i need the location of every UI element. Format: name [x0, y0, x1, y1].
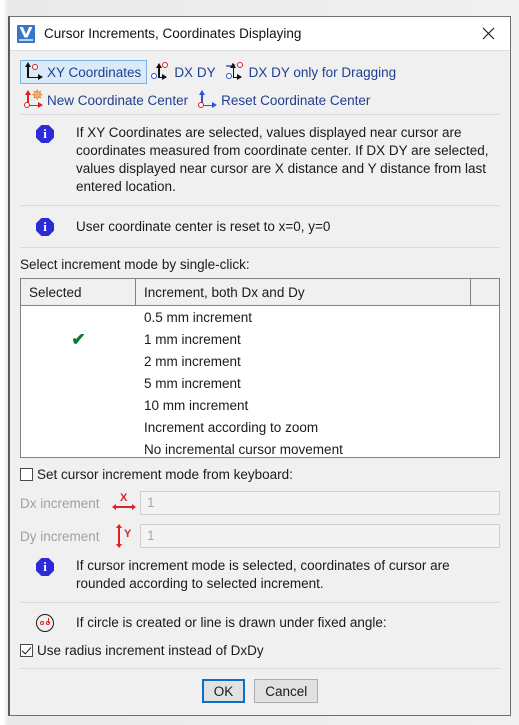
column-header-selected[interactable]: Selected — [21, 279, 136, 305]
new-coordinate-center-icon: ✵ — [23, 88, 44, 110]
increment-list-row[interactable]: No incremental cursor movement — [21, 438, 499, 457]
tool-dx-dy-dragging[interactable]: DX DY only for Dragging — [222, 60, 403, 84]
selected-check-icon: ✔ — [71, 329, 86, 349]
tool-dx-dy[interactable]: DX DY — [147, 60, 221, 84]
increment-list-row[interactable]: ✔ 1 mm increment — [21, 328, 499, 350]
circle-radius-icon — [36, 614, 54, 632]
dx-arrow-icon-letter: X — [120, 492, 128, 504]
tool-xy-coordinates[interactable]: XY Coordinates — [20, 60, 148, 84]
increment-list-row[interactable]: 5 mm increment — [21, 372, 499, 394]
dx-increment-label: Dx increment — [20, 495, 100, 511]
tool-new-coordinate-center[interactable]: ✵ New Coordinate Center — [20, 88, 194, 112]
window-title: Cursor Increments, Coordinates Displayin… — [44, 26, 302, 41]
filler — [20, 658, 500, 668]
radius-increment-checkbox-row[interactable]: Use radius increment instead of DxDy — [20, 643, 500, 658]
xy-axes-icon — [23, 62, 43, 82]
info-rounding: If cursor increment mode is selected, co… — [20, 548, 500, 602]
ok-button[interactable]: OK — [201, 679, 246, 703]
tool-dx-dy-dragging-label: DX DY only for Dragging — [248, 64, 397, 80]
list-header: Selected Increment, both Dx and Dy — [21, 279, 499, 306]
info-icon — [36, 218, 54, 236]
increment-list-row[interactable]: 10 mm increment — [21, 394, 499, 416]
tool-xy-coordinates-label: XY Coordinates — [47, 64, 142, 80]
dialog-content: XY Coordinates DX DY DX DY only for Drag… — [10, 51, 510, 715]
dy-increment-input[interactable]: 1 — [140, 524, 500, 548]
divider — [20, 247, 500, 248]
list-body: 0.5 mm increment ✔ 1 mm increment 2 mm incr… — [21, 306, 499, 457]
increment-section-label: Select increment mode by single-click: — [20, 257, 250, 272]
cancel-button[interactable]: Cancel — [254, 679, 319, 703]
keyboard-increment-checkbox-row[interactable]: Set cursor increment mode from keyboard: — [20, 467, 500, 482]
tool-new-coordinate-center-label: New Coordinate Center — [47, 92, 189, 108]
increment-list-row-label: 1 mm increment — [144, 331, 241, 347]
dx-arrow-icon: X — [112, 492, 136, 514]
keyboard-increment-checkbox-label: Set cursor increment mode from keyboard: — [37, 467, 293, 482]
increment-mode-list[interactable]: Selected Increment, both Dx and Dy 0.5 m… — [20, 278, 500, 458]
info-coordinate-modes-text: If XY Coordinates are selected, values d… — [76, 125, 489, 194]
column-header-increment[interactable]: Increment, both Dx and Dy — [136, 279, 471, 305]
dy-arrow-icon: Y — [112, 524, 136, 548]
close-icon[interactable] — [466, 17, 510, 49]
circle-fixed-angle-row: If circle is created or line is drawn un… — [20, 603, 500, 643]
increment-list-row-label: Increment according to zoom — [144, 419, 319, 435]
info-coordinate-modes: If XY Coordinates are selected, values d… — [20, 115, 500, 205]
dialog-footer: OK Cancel — [20, 669, 500, 715]
increment-list-row[interactable]: Increment according to zoom — [21, 416, 499, 438]
reset-coordinate-center-icon — [197, 90, 218, 110]
info-coordinate-center-reset-text: User coordinate center is reset to x=0, … — [76, 218, 331, 234]
dialog-window: Cursor Increments, Coordinates Displayin… — [8, 16, 511, 716]
dy-increment-row: Dy increment Y 1 — [20, 524, 500, 548]
coordinate-mode-toolbar-row2: ✵ New Coordinate Center Reset Coordinate… — [20, 86, 500, 114]
title-bar: Cursor Increments, Coordinates Displayin… — [10, 17, 510, 51]
coordinate-mode-toolbar-row1: XY Coordinates DX DY DX DY only for Drag… — [20, 58, 500, 86]
info-icon — [36, 125, 54, 143]
increment-list-row[interactable]: 0.5 mm increment — [21, 306, 499, 328]
dx-dy-axes-icon — [150, 62, 170, 82]
increment-list-row-label: 0.5 mm increment — [144, 309, 253, 325]
increment-list-row-label: 10 mm increment — [144, 397, 249, 413]
circle-fixed-angle-text: If circle is created or line is drawn un… — [76, 615, 387, 630]
increment-list-row[interactable]: 2 mm increment — [21, 350, 499, 372]
info-rounding-text: If cursor increment mode is selected, co… — [76, 558, 450, 591]
dx-increment-row: Dx increment X 1 — [20, 491, 500, 515]
tool-reset-coordinate-center[interactable]: Reset Coordinate Center — [194, 88, 376, 112]
radius-increment-checkbox-label: Use radius increment instead of DxDy — [37, 643, 264, 658]
dy-increment-label: Dy increment — [20, 528, 100, 544]
screen: Cursor Increments, Coordinates Displayin… — [0, 0, 519, 725]
dx-increment-input[interactable]: 1 — [140, 491, 500, 515]
info-coordinate-center-reset: User coordinate center is reset to x=0, … — [20, 206, 500, 247]
dy-arrow-icon-letter: Y — [124, 528, 132, 540]
keyboard-increment-checkbox[interactable] — [20, 468, 33, 481]
increment-list-row-label: No incremental cursor movement — [144, 441, 343, 457]
dx-dy-dragging-icon — [225, 62, 245, 82]
increment-list-row-label: 5 mm increment — [144, 375, 241, 391]
varicad-logo-icon — [17, 24, 35, 43]
radius-increment-checkbox[interactable] — [20, 644, 33, 657]
tool-reset-coordinate-center-label: Reset Coordinate Center — [221, 92, 371, 108]
column-header-extra[interactable] — [471, 279, 499, 305]
increment-list-row-label: 2 mm increment — [144, 353, 241, 369]
info-icon — [36, 558, 54, 576]
tool-dx-dy-label: DX DY — [174, 64, 216, 80]
